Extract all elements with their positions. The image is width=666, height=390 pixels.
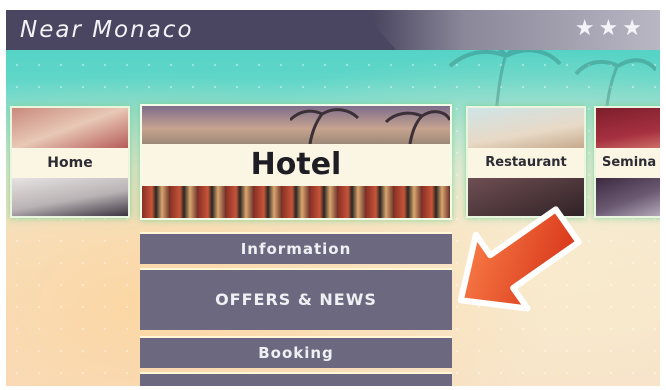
tile-home[interactable]: Home bbox=[10, 106, 130, 218]
seminars-image-bottom bbox=[596, 178, 660, 216]
tile-seminars[interactable]: Semina bbox=[594, 106, 660, 218]
hotel-image-bottom bbox=[142, 186, 450, 218]
seminars-image-top bbox=[596, 108, 660, 148]
home-image-top bbox=[12, 108, 128, 148]
menu-item-next[interactable] bbox=[140, 372, 452, 386]
menu-item-booking[interactable]: Booking bbox=[140, 336, 452, 368]
app-screen: Near Monaco ★★★ Home Hotel Restaurant Se… bbox=[6, 10, 660, 386]
restaurant-label: Restaurant bbox=[468, 148, 584, 178]
home-label: Home bbox=[12, 148, 128, 178]
star-rating: ★★★ bbox=[574, 16, 646, 41]
menu-item-information[interactable]: Information bbox=[140, 232, 452, 264]
app-title: Near Monaco bbox=[20, 17, 194, 43]
menu-item-offers-news[interactable]: OFFERS & NEWS bbox=[140, 268, 452, 330]
home-image-bottom bbox=[12, 178, 128, 216]
seminars-label: Semina bbox=[596, 148, 660, 178]
palm-decoration bbox=[448, 44, 656, 114]
tile-hotel[interactable]: Hotel bbox=[140, 104, 452, 220]
arrow-pointer-icon bbox=[457, 206, 582, 312]
restaurant-image-top bbox=[468, 108, 584, 148]
palm-decoration bbox=[290, 108, 450, 144]
hotel-label: Hotel bbox=[142, 144, 450, 186]
title-bar: Near Monaco ★★★ bbox=[6, 10, 660, 50]
